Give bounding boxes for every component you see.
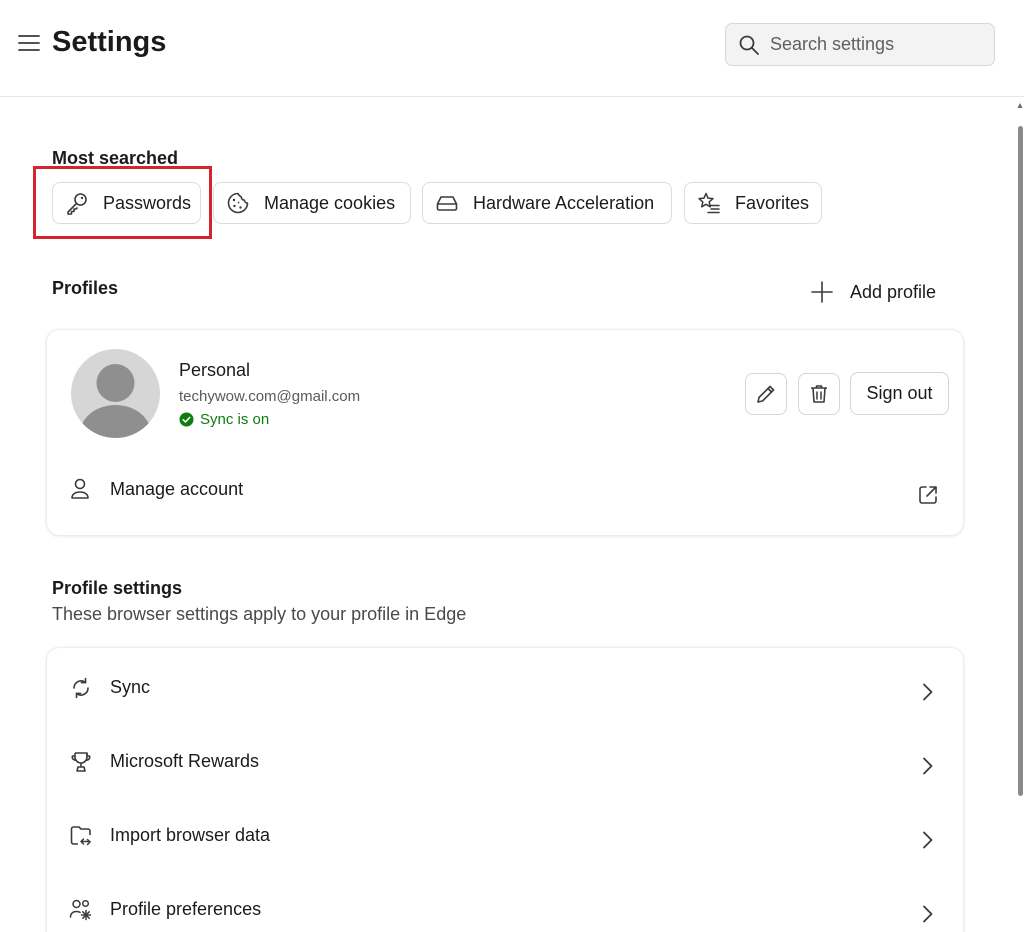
hamburger-menu-icon[interactable] xyxy=(18,34,44,56)
check-circle-icon xyxy=(179,412,194,427)
manage-account-label: Manage account xyxy=(110,478,244,499)
page-title: Settings xyxy=(52,26,167,58)
cookie-icon xyxy=(226,191,250,215)
open-external-icon[interactable] xyxy=(917,484,939,506)
people-settings-icon xyxy=(69,898,93,922)
row-label: Microsoft Rewards xyxy=(110,751,260,771)
chevron-right-icon xyxy=(921,830,935,850)
chevron-right-icon xyxy=(921,756,935,776)
profile-settings-subtext: These browser settings apply to your pro… xyxy=(52,604,467,624)
settings-row-sync[interactable]: Sync xyxy=(47,658,963,732)
sync-status-label: Sync is on xyxy=(200,411,270,428)
chip-label: Hardware Acceleration xyxy=(473,192,655,213)
chevron-right-icon xyxy=(921,904,935,924)
row-label: Import browser data xyxy=(110,825,271,845)
star-list-icon xyxy=(697,191,721,215)
highlight-annotation xyxy=(33,166,212,239)
trash-icon xyxy=(808,383,830,405)
sync-status: Sync is on xyxy=(179,411,269,428)
profile-name: Personal xyxy=(179,360,251,380)
row-label: Profile preferences xyxy=(110,899,262,919)
chip-favorites[interactable]: Favorites xyxy=(684,182,822,224)
import-icon xyxy=(69,824,93,848)
row-label: Sync xyxy=(110,677,151,697)
scroll-up-arrow-icon[interactable] xyxy=(1017,102,1023,110)
chevron-right-icon xyxy=(921,682,935,702)
trophy-icon xyxy=(69,750,93,774)
chip-manage-cookies[interactable]: Manage cookies xyxy=(213,182,411,224)
search-box[interactable] xyxy=(725,23,995,66)
drive-icon xyxy=(435,191,459,215)
settings-row-import-browser-data[interactable]: Import browser data xyxy=(47,806,963,880)
add-profile-button[interactable]: Add profile xyxy=(810,280,936,304)
delete-profile-button[interactable] xyxy=(798,373,840,415)
scrollbar-thumb[interactable] xyxy=(1018,126,1023,796)
settings-row-profile-preferences[interactable]: Profile preferences xyxy=(47,880,963,932)
plus-icon xyxy=(810,280,834,304)
sync-icon xyxy=(69,676,93,700)
add-profile-label: Add profile xyxy=(850,281,937,302)
chip-label: Favorites xyxy=(735,192,810,213)
chip-label: Manage cookies xyxy=(264,192,396,213)
settings-row-microsoft-rewards[interactable]: Microsoft Rewards xyxy=(47,732,963,806)
profile-settings-heading: Profile settings xyxy=(52,578,183,598)
profiles-heading: Profiles xyxy=(52,278,119,298)
search-input[interactable] xyxy=(770,34,990,55)
edit-profile-button[interactable] xyxy=(745,373,787,415)
profile-email: techywow.com@gmail.com xyxy=(179,388,361,405)
settings-header: Settings xyxy=(0,0,1024,97)
pencil-icon xyxy=(755,383,777,405)
manage-account-link[interactable]: Manage account xyxy=(70,478,243,500)
avatar xyxy=(71,349,160,438)
chip-hardware-acceleration[interactable]: Hardware Acceleration xyxy=(422,182,672,224)
person-icon xyxy=(70,478,90,500)
sign-out-button[interactable]: Sign out xyxy=(850,372,949,415)
search-icon xyxy=(738,34,760,56)
